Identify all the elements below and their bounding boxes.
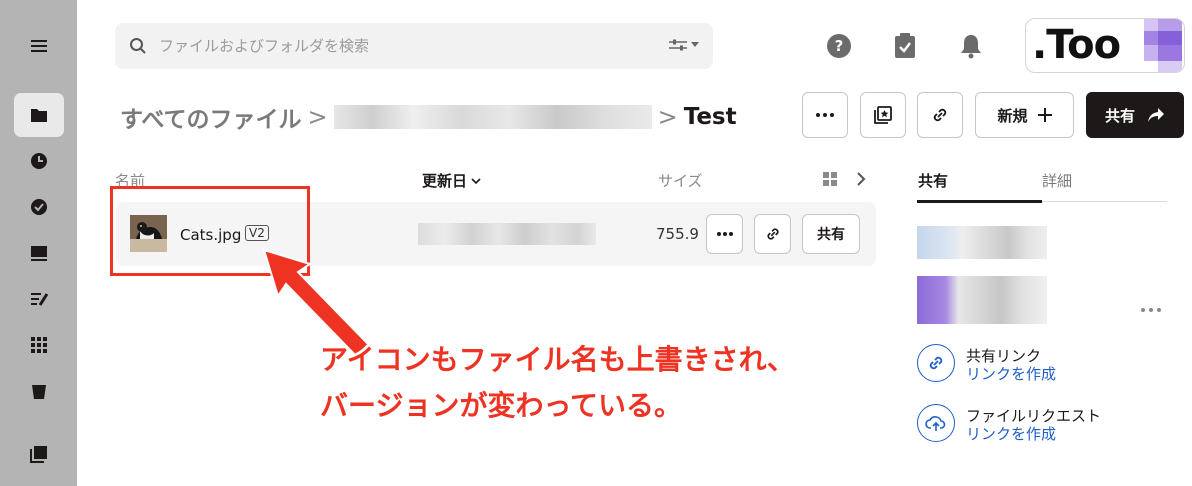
star-folder-button[interactable]	[860, 92, 906, 138]
sliders-icon	[669, 39, 687, 51]
annotation-line-1: アイコンもファイル名も上書きされ、	[320, 343, 795, 376]
blurred-text	[333, 105, 652, 129]
avatar-pixel	[1158, 19, 1182, 31]
page-title: Test	[683, 104, 737, 130]
new-button-label: 新規	[997, 106, 1028, 125]
grid-view-icon[interactable]	[823, 172, 837, 190]
apps-grid-icon[interactable]	[14, 323, 64, 367]
chevron-right-icon[interactable]	[856, 171, 866, 191]
breadcrumb-separator: >	[307, 103, 328, 131]
avatar-pixel	[1158, 45, 1182, 61]
trash-icon[interactable]	[14, 369, 64, 413]
file-size: 755.9	[656, 225, 699, 243]
search-icon	[130, 38, 146, 54]
avatar-pixel	[1144, 45, 1158, 61]
sign-icon[interactable]	[14, 277, 64, 321]
row-share-button[interactable]: 共有	[802, 214, 860, 254]
check-circle-icon[interactable]	[14, 185, 64, 229]
column-header-size[interactable]: サイズ	[658, 170, 703, 191]
more-dots-icon	[816, 113, 834, 117]
tab-active-indicator	[917, 200, 1042, 203]
annotation-line-2: バージョンが変わっている。	[320, 389, 683, 422]
clipboard-check-icon[interactable]	[890, 31, 920, 61]
breadcrumb: すべてのファイル > > Test	[120, 100, 737, 134]
cloud-upload-icon[interactable]	[917, 404, 955, 442]
avatar-pixel	[1158, 31, 1182, 45]
share-button[interactable]: 共有	[1086, 92, 1184, 138]
admin-console-icon[interactable]	[14, 432, 64, 476]
recent-clock-icon[interactable]	[14, 139, 64, 183]
search-input[interactable]	[159, 37, 639, 55]
breadcrumb-separator: >	[657, 103, 678, 131]
row-more-button[interactable]	[706, 214, 743, 254]
member-more-icon[interactable]	[1140, 298, 1162, 317]
column-header-modified-label: 更新日	[422, 172, 468, 190]
modified-date-redacted	[418, 223, 596, 245]
column-header-modified[interactable]: 更新日	[422, 170, 481, 191]
new-button[interactable]: 新規	[975, 92, 1074, 138]
row-copy-link-button[interactable]	[754, 214, 791, 254]
avatar-pixel	[1144, 19, 1158, 31]
shared-member-redacted	[917, 226, 1047, 259]
menu-icon[interactable]	[14, 24, 64, 68]
file-request-create[interactable]: リンクを作成	[966, 423, 1056, 444]
tab-details[interactable]: 詳細	[1042, 170, 1072, 191]
tab-share[interactable]: 共有	[918, 170, 948, 191]
search-filter-button[interactable]	[668, 37, 699, 53]
share-arrow-icon	[1148, 108, 1164, 122]
app-window: ? .Too すべてのファイル > > Test 新規	[0, 0, 1192, 486]
share-link-icon[interactable]	[917, 344, 955, 382]
more-options-button[interactable]	[802, 92, 848, 138]
folder-icon[interactable]	[14, 93, 64, 137]
chevron-down-icon	[471, 177, 481, 184]
search-bar[interactable]	[115, 23, 713, 69]
shared-member-redacted	[917, 276, 1047, 324]
left-rail	[0, 0, 77, 486]
logo-text: .Too	[1032, 22, 1121, 68]
share-link-create[interactable]: リンクを作成	[966, 363, 1056, 384]
plus-icon	[1037, 108, 1052, 122]
avatar-pixel	[1144, 31, 1158, 45]
breadcrumb-root[interactable]: すべてのファイル	[120, 100, 301, 134]
chevron-down-icon	[691, 42, 699, 47]
help-icon[interactable]: ?	[824, 31, 854, 61]
star-stack-icon	[874, 106, 892, 124]
photos-icon[interactable]	[14, 231, 64, 275]
account-avatar[interactable]: .Too	[1025, 18, 1185, 73]
bell-icon[interactable]	[956, 31, 986, 61]
svg-text:?: ?	[835, 37, 844, 55]
breadcrumb-folder-redacted[interactable]	[333, 101, 652, 133]
avatar-pixel	[1158, 61, 1182, 72]
more-dots-icon	[716, 232, 733, 236]
link-icon	[766, 228, 779, 240]
copy-link-button[interactable]	[917, 92, 963, 138]
share-button-label: 共有	[1104, 106, 1135, 125]
link-icon	[933, 108, 947, 122]
